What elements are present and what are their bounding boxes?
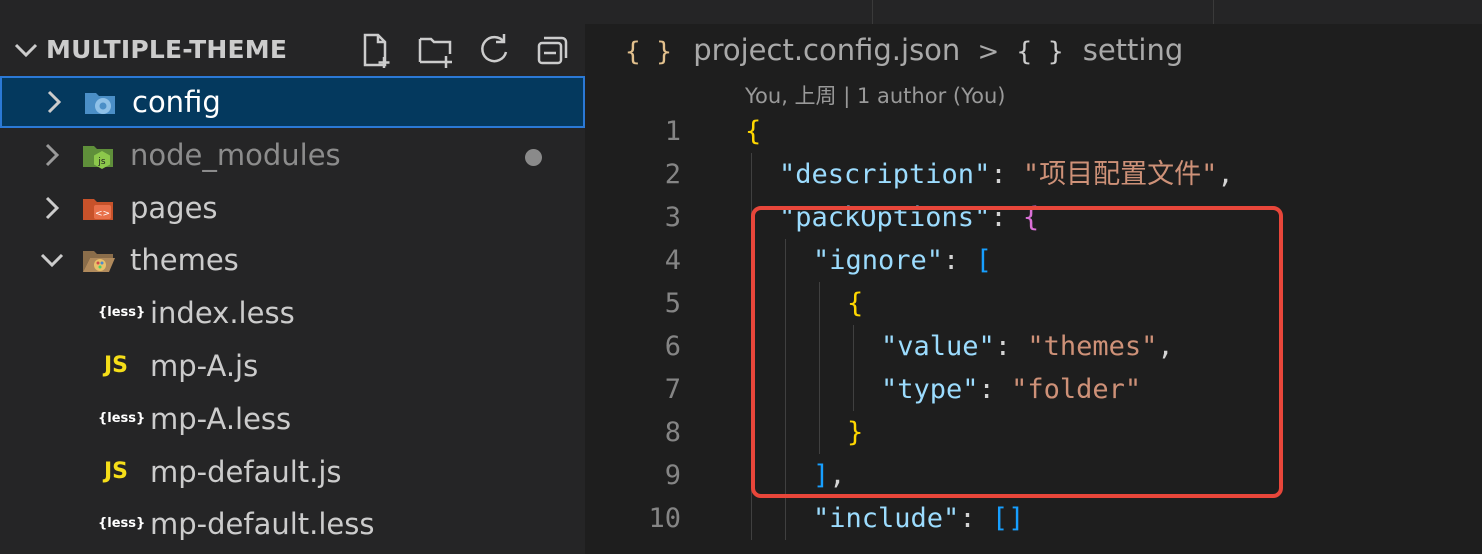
tree-item-index-less[interactable]: {less} index.less	[0, 287, 585, 339]
tab-divider	[1213, 0, 1214, 24]
tree-item-label: mp-default.less	[150, 507, 375, 541]
chevron-down-icon	[40, 253, 64, 268]
less-file-icon: {less}	[98, 305, 146, 320]
chevron-right-icon	[45, 196, 60, 220]
code-token: "项目配置文件"	[1022, 159, 1218, 190]
code-line[interactable]: 10 "include": []	[585, 497, 1482, 540]
tree-item-node-modules[interactable]: js node_modules	[0, 129, 585, 181]
line-number: 6	[664, 331, 681, 362]
tree-item-label: config	[132, 85, 221, 119]
code-line[interactable]: 2 "description": "项目配置文件",	[585, 153, 1482, 196]
explorer-title: MULTIPLE-THEME	[46, 35, 288, 64]
tab-strip	[585, 0, 1482, 24]
tree-item-label: mp-default.js	[150, 455, 342, 489]
tree-item-label: mp-A.less	[150, 402, 292, 436]
code-token: :	[959, 503, 992, 534]
pages-folder-icon: <>	[83, 199, 113, 220]
new-file-icon[interactable]	[356, 30, 396, 70]
line-number: 7	[664, 374, 681, 405]
breadcrumb-symbol[interactable]: setting	[1083, 33, 1184, 67]
breadcrumb: { } project.config.json > { } setting	[625, 30, 1183, 70]
node-folder-icon: js	[83, 146, 113, 169]
json-file-icon: { }	[625, 37, 672, 67]
line-number: 9	[664, 460, 681, 491]
tree-item-mp-default-js[interactable]: JS mp-default.js	[0, 446, 585, 498]
codelens-author[interactable]: You, 上周 | 1 author (You)	[745, 80, 1005, 110]
line-number: 1	[664, 116, 681, 147]
code-token: :	[990, 159, 1023, 190]
tree-item-config[interactable]: config	[0, 76, 585, 128]
config-folder-icon	[85, 93, 115, 114]
tree-item-mp-a-js[interactable]: JS mp-A.js	[0, 340, 585, 392]
line-number: 2	[664, 159, 681, 190]
code-text: {	[745, 110, 761, 153]
tab-divider	[872, 0, 873, 24]
chevron-right-icon	[47, 90, 62, 114]
code-token: []	[991, 503, 1025, 534]
tree-item-label: mp-A.js	[150, 349, 259, 383]
code-line[interactable]: 1{	[585, 110, 1482, 153]
breadcrumb-separator: >	[977, 37, 1000, 67]
tree-item-themes[interactable]: themes	[0, 234, 585, 286]
explorer-panel: MULTIPLE-THEME config js node_modules <>…	[0, 0, 585, 554]
refresh-icon[interactable]	[474, 30, 514, 70]
theme-folder-icon	[83, 251, 115, 272]
tree-item-label: pages	[130, 191, 218, 225]
explorer-header[interactable]: MULTIPLE-THEME	[0, 24, 585, 76]
tree-item-label: index.less	[150, 296, 295, 330]
tree-item-mp-default-less[interactable]: {less} mp-default.less	[0, 498, 585, 550]
svg-text:js: js	[97, 157, 106, 167]
tree-item-label: node_modules	[130, 138, 341, 172]
line-number: 10	[648, 503, 681, 534]
tree-item-label: themes	[130, 243, 239, 277]
js-file-icon: JS	[103, 353, 129, 378]
code-text: "include": []	[813, 497, 1024, 540]
js-file-icon: JS	[103, 459, 129, 484]
chevron-right-icon	[45, 143, 60, 167]
code-token: ,	[1217, 159, 1234, 190]
less-file-icon: {less}	[98, 516, 146, 531]
line-number: 4	[664, 245, 681, 276]
tree-item-mp-a-less[interactable]: {less} mp-A.less	[0, 393, 585, 445]
chevron-down-icon[interactable]	[8, 32, 44, 68]
new-folder-icon[interactable]	[416, 30, 456, 70]
collapse-all-icon[interactable]	[532, 30, 572, 70]
svg-text:<>: <>	[95, 209, 110, 219]
code-token: "description"	[779, 159, 991, 190]
line-number: 5	[664, 288, 681, 319]
line-number: 8	[664, 417, 681, 448]
modified-dot	[525, 149, 542, 166]
code-token: "include"	[813, 503, 960, 534]
code-token: {	[745, 116, 762, 147]
tree-item-pages[interactable]: <> pages	[0, 182, 585, 234]
object-symbol-icon: { }	[1016, 37, 1064, 67]
line-number: 3	[664, 202, 681, 233]
highlight-box	[751, 206, 1283, 498]
breadcrumb-file[interactable]: project.config.json	[693, 33, 960, 67]
editor-panel: { } project.config.json > { } setting Yo…	[585, 0, 1482, 554]
code-text: "description": "项目配置文件",	[779, 153, 1234, 196]
less-file-icon: {less}	[98, 411, 146, 426]
